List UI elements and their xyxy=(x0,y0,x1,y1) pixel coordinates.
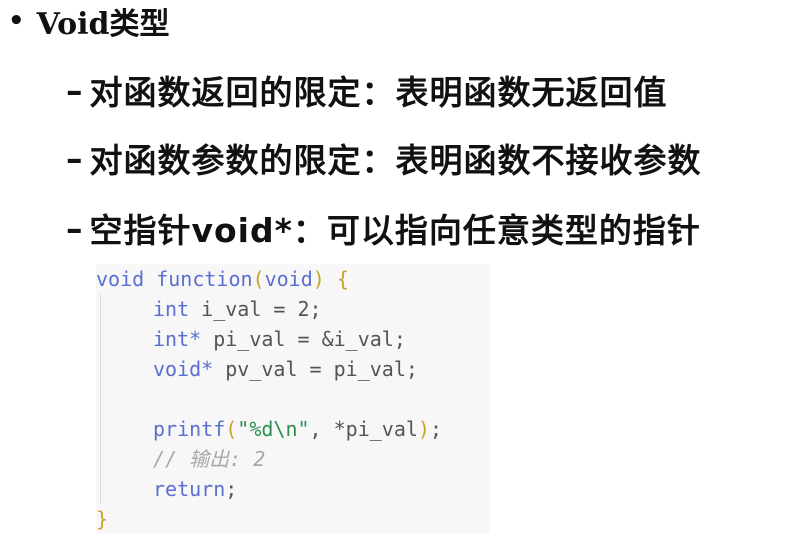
code-text: i_val = 2; xyxy=(189,297,322,321)
dash-icon: – xyxy=(66,208,84,248)
code-paren: ) xyxy=(417,417,430,441)
code-line-7: // 输出: 2 xyxy=(96,444,265,474)
code-paren: ( xyxy=(252,267,265,291)
code-paren: ( xyxy=(225,417,238,441)
code-paren: ) xyxy=(312,267,325,291)
sub-item-params: – 对函数参数的限定：表明函数不接收参数 xyxy=(66,134,702,182)
dash-icon: – xyxy=(66,138,84,178)
code-text: , *pi_val xyxy=(309,417,418,441)
code-keyword: int* xyxy=(153,327,202,351)
bullet-icon: • xyxy=(8,6,25,36)
code-function-name: printf xyxy=(153,417,226,441)
code-block: void function(void) { int i_val = 2; int… xyxy=(96,264,490,534)
dash-icon: – xyxy=(66,70,84,110)
code-text: ; xyxy=(429,417,443,441)
code-text: pv_val = pi_val; xyxy=(213,357,418,381)
code-line-6: printf("%d\n", *pi_val); xyxy=(96,414,442,444)
code-keyword: void* xyxy=(153,357,214,381)
sub-item-text: 空指针void*：可以指向任意类型的指针 xyxy=(89,211,701,250)
sub-item-text: 对函数返回的限定：表明函数无返回值 xyxy=(89,73,668,112)
code-keyword: int xyxy=(153,297,190,321)
code-line-1: void function(void) { xyxy=(96,264,349,294)
code-comment: // 输出: 2 xyxy=(153,447,266,471)
slide-title: Void类型 xyxy=(36,7,170,42)
code-line-9: } xyxy=(96,504,108,534)
code-text: pi_val = &i_val; xyxy=(201,327,406,351)
code-brace: } xyxy=(96,507,109,531)
code-string: "%d\n" xyxy=(237,417,310,441)
code-keyword: return xyxy=(153,477,226,501)
sub-item-return: – 对函数返回的限定：表明函数无返回值 xyxy=(66,66,668,114)
slide-heading: • Void类型 xyxy=(8,0,170,42)
code-function-name: function xyxy=(156,267,253,291)
code-brace: { xyxy=(336,267,349,291)
code-keyword: void xyxy=(96,267,145,291)
code-keyword: void xyxy=(264,267,313,291)
code-line-4: void* pv_val = pi_val; xyxy=(96,354,418,384)
code-text: ; xyxy=(225,477,238,501)
code-line-2: int i_val = 2; xyxy=(96,294,322,324)
sub-item-text: 对函数参数的限定：表明函数不接收参数 xyxy=(89,141,702,180)
code-line-3: int* pi_val = &i_val; xyxy=(96,324,406,354)
sub-item-void-pointer: – 空指针void*：可以指向任意类型的指针 xyxy=(66,204,701,252)
code-line-8: return; xyxy=(96,474,237,504)
